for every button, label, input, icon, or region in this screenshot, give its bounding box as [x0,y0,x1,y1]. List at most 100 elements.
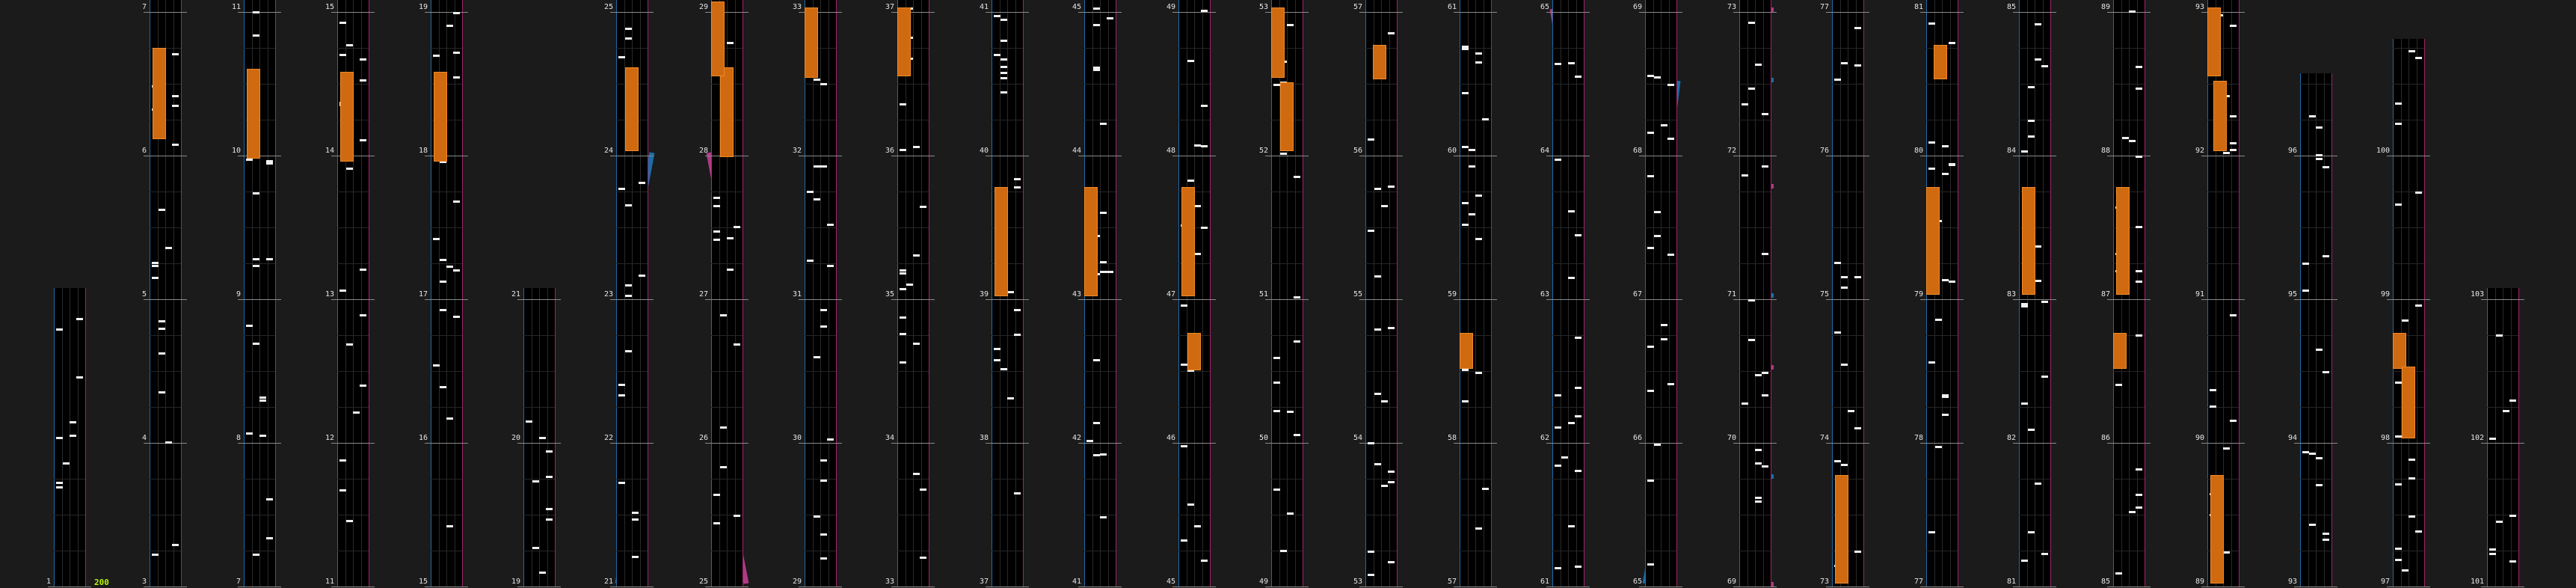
hold-note [897,7,911,76]
tap-note [913,254,920,257]
hold-note [1084,187,1098,296]
measure-number: 39 [979,290,989,298]
measure-number: 94 [2287,434,2297,442]
measure-number: 21 [603,578,613,586]
tap-note [1748,21,1755,24]
beat-line [1460,407,1491,408]
tap-note [1181,539,1187,542]
tap-note [1000,58,1007,61]
beat-line [337,407,369,408]
measure-line [1454,299,1497,300]
tap-note [1093,453,1100,456]
measure-number: 50 [1258,434,1268,442]
tap-note [2496,520,2503,523]
beat-line [2300,227,2331,228]
tap-note [1181,445,1187,448]
beat-line [1832,335,1863,336]
tap-note [913,473,920,476]
tap-note [2035,280,2041,283]
measure-number: 77 [1819,3,1829,11]
beat-line [992,84,1023,85]
tap-note [1014,178,1021,181]
measure-number: 86 [2100,434,2110,442]
tap-note [1000,91,1007,94]
tap-note [339,21,346,24]
measure-number: 96 [2287,147,2297,155]
tap-note [1748,339,1755,341]
tap-note [1469,165,1475,168]
measure-number: 9 [236,290,241,298]
lane-left-edge [1365,0,1366,587]
tap-note [2035,482,2041,485]
tap-note [625,294,632,297]
tap-note [172,144,179,147]
beat-line [2300,84,2331,85]
tap-note [1475,371,1482,374]
tap-note [2136,281,2142,284]
tap-note [1854,64,1861,67]
beat-line [337,48,369,49]
beat-line [2019,479,2050,480]
beat-line [897,371,929,372]
beat-line [2393,227,2424,228]
measure-number: 38 [979,434,989,442]
tap-note [1374,188,1381,191]
measure-number: 93 [2287,578,2297,586]
lane-right-edge [836,0,837,587]
beat-line [523,335,555,336]
beat-line [2019,371,2050,372]
tap-note [900,288,906,291]
tap-note [1014,492,1021,495]
tap-note [1949,41,1955,44]
measure-number: 74 [1819,434,1829,442]
beat-line [1365,84,1397,85]
tap-note [2230,114,2237,117]
lane-right-edge [1676,0,1677,587]
tap-note [1287,411,1294,414]
beat-line [1552,227,1584,228]
tap-note [2115,384,2122,387]
tap-note [1000,367,1007,370]
tap-note [1755,497,1762,500]
measure-number: 45 [1166,578,1175,586]
tap-note [1000,40,1007,43]
tap-note [2409,50,2415,52]
tap-note [360,314,366,317]
tap-note [1928,361,1935,364]
beat-line [1271,227,1303,228]
hold-note [1460,333,1473,369]
tap-note [159,208,165,211]
measure-line [425,443,468,444]
measure-line [705,299,748,300]
lane-gridline [2231,0,2232,587]
tap-note [1647,174,1654,177]
measure-line [331,12,375,13]
tap-note [2395,203,2402,206]
lane-right-edge [1863,0,1864,587]
lane-gridline [1762,0,1764,587]
tap-note [1482,118,1489,121]
tap-note [713,196,720,199]
lane-gridline [1949,0,1951,587]
measure-number: 64 [1540,147,1549,155]
tap-note [1374,275,1381,278]
tap-note [1555,566,1561,569]
tap-note [1469,149,1475,152]
beat-line [1365,371,1397,372]
measure-number: 5 [141,290,147,298]
measure-number: 33 [792,3,802,11]
lane-gridline [1015,0,1016,587]
beat-line [1552,371,1584,372]
beat-line [992,371,1023,372]
tap-note [2395,382,2402,385]
tap-note [2028,135,2035,138]
measure-line [1172,443,1216,444]
measure-number: 28 [698,147,708,155]
tap-note [1273,84,1280,87]
lane-gridline [639,0,641,587]
measure-line [1733,12,1777,13]
lane-left-edge [616,0,617,587]
tap-note [1462,47,1469,50]
measure-line [238,443,281,444]
tap-note [2021,303,2028,306]
